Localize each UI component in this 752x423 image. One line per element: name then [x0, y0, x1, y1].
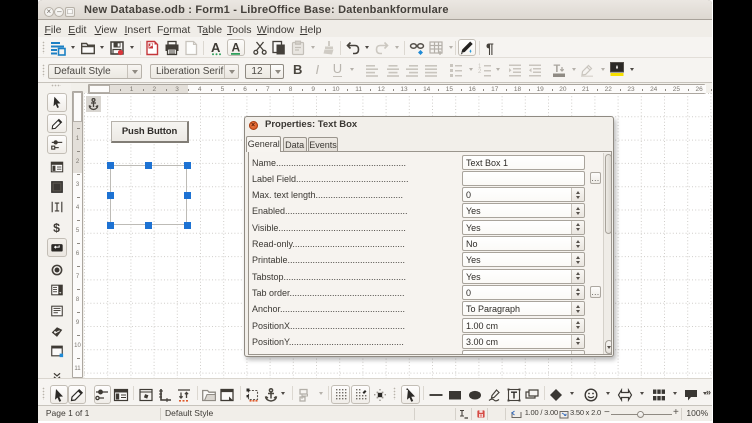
svg-text:$: $ — [53, 221, 60, 234]
svg-text:2: 2 — [478, 69, 482, 75]
svg-text:A: A — [211, 40, 221, 55]
svg-text:¶: ¶ — [486, 40, 494, 56]
svg-text:T: T — [553, 63, 560, 75]
svg-text:A: A — [231, 40, 240, 54]
